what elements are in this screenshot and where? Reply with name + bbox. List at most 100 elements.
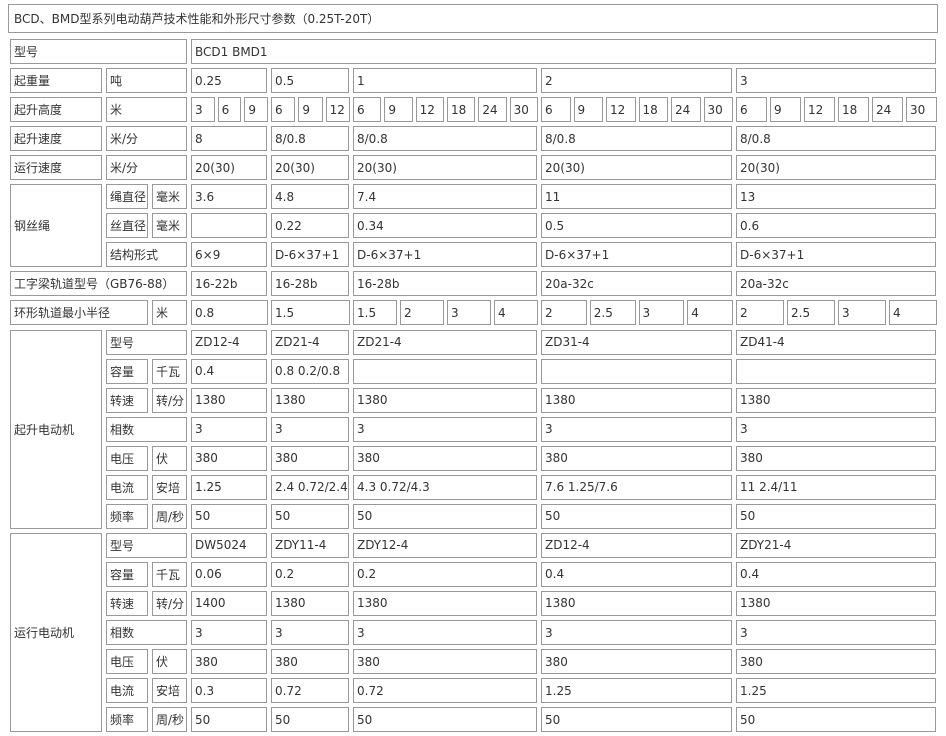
value-cell: 380 <box>271 649 349 675</box>
value-cell: ZD41-4 <box>736 329 936 355</box>
lift_motor-row-label: 电压 <box>106 445 148 471</box>
run_motor-label: 运行电动机 <box>10 532 102 733</box>
value-cell: DW5024 <box>191 532 267 558</box>
value-cell: 4 <box>687 300 733 326</box>
lift_motor-row-unit: 安培 <box>152 474 187 500</box>
radius-label: 环形轨道最小半径 <box>10 300 148 326</box>
run_motor-row-label: 电流 <box>106 678 148 704</box>
value-cell: 20(30) <box>541 155 732 181</box>
value-cell: 0.5 <box>541 213 732 239</box>
run_speed-label: 运行速度 <box>10 155 102 181</box>
value-cell: 1380 <box>191 387 267 413</box>
value-cell: 3 <box>638 300 685 326</box>
run_motor-row-unit: 安培 <box>152 678 187 704</box>
value-cell: 3 <box>541 416 732 442</box>
value-cell: ZD21-4 <box>271 329 349 355</box>
value-cell: 380 <box>736 445 936 471</box>
lift_motor-row-label: 电流 <box>106 474 148 500</box>
value-cell: 8 <box>191 126 267 152</box>
value-cell: 380 <box>736 649 936 675</box>
value-cell: 2 <box>400 300 444 326</box>
value-cell: 0.8 <box>191 300 268 326</box>
value-cell: 9 <box>573 97 603 123</box>
value-cell: D-6×37+1 <box>271 242 349 268</box>
lift_speed-unit: 米/分 <box>106 126 187 152</box>
value-cell: 7.4 <box>353 184 537 210</box>
value-cell: 3 <box>353 416 537 442</box>
value-cell: 11 <box>541 184 732 210</box>
value-cell: 380 <box>353 649 537 675</box>
value-cell: 3 <box>191 620 267 646</box>
value-cell: 50 <box>541 503 732 529</box>
value-cell: 8/0.8 <box>541 126 732 152</box>
value-cell: 2.5 <box>787 300 835 326</box>
value-cell: 20(30) <box>736 155 936 181</box>
value-cell: 30 <box>906 97 937 123</box>
value-cell: 3 <box>541 620 732 646</box>
value-cell: 1 <box>353 68 537 94</box>
lift_motor-row-label: 转速 <box>106 387 148 413</box>
value-cell: 2 <box>736 300 784 326</box>
value-cell: 16-22b <box>191 271 267 297</box>
value-cell: ZD12-4 <box>191 329 267 355</box>
value-cell <box>736 358 936 384</box>
value-cell: 0.3 <box>191 678 267 704</box>
value-cell: 1.5 <box>353 300 397 326</box>
run_motor-row-label: 相数 <box>106 620 187 646</box>
value-cell: 24 <box>478 97 507 123</box>
value-cell: 0.72 <box>353 678 537 704</box>
value-cell: 50 <box>736 707 936 733</box>
value-cell: 1.5 <box>271 300 350 326</box>
value-cell <box>541 358 732 384</box>
value-cell: 3 <box>353 620 537 646</box>
value-cell <box>191 213 267 239</box>
value-cell: 380 <box>191 649 267 675</box>
header-models: BCD1 BMD1 <box>191 39 936 65</box>
value-cell: 0.4 <box>736 561 936 587</box>
value-cell: 6 <box>736 97 767 123</box>
value-cell: 1380 <box>736 590 936 616</box>
value-cell: 380 <box>191 445 267 471</box>
run_motor-row-label: 容量 <box>106 561 148 587</box>
value-cell: 12 <box>415 97 444 123</box>
value-cell: 50 <box>353 707 537 733</box>
value-cell: 0.2 <box>353 561 537 587</box>
value-cell: 18 <box>447 97 476 123</box>
value-cell: 0.5 <box>271 68 349 94</box>
value-cell: 1400 <box>191 590 267 616</box>
run_motor-row-unit: 周/秒 <box>152 707 187 733</box>
value-cell: 50 <box>191 503 267 529</box>
value-cell: 1380 <box>353 590 537 616</box>
run_motor-row-unit: 千瓦 <box>152 561 187 587</box>
spec-table: BCD、BMD型系列电动葫芦技术性能和外形尺寸参数（0.25T-20T） 型号 B… <box>0 0 946 736</box>
height-unit: 米 <box>106 97 187 123</box>
run_motor-row-label: 电压 <box>106 649 148 675</box>
value-cell: 1380 <box>541 387 732 413</box>
value-cell: 6×9 <box>191 242 267 268</box>
value-cell: 11 2.4/11 <box>736 474 936 500</box>
lift_motor-row-unit: 周/秒 <box>152 503 187 529</box>
lift_speed-label: 起升速度 <box>10 126 102 152</box>
table-title: BCD、BMD型系列电动葫芦技术性能和外形尺寸参数（0.25T-20T） <box>8 4 938 33</box>
value-cell: 16-28b <box>271 271 349 297</box>
value-cell: 9 <box>770 97 801 123</box>
radius-unit: 米 <box>152 300 187 326</box>
beam-label: 工字梁轨道型号（GB76-88） <box>10 271 187 297</box>
value-cell: D-6×37+1 <box>353 242 537 268</box>
value-cell: 12 <box>804 97 835 123</box>
value-cell: 1.25 <box>736 678 936 704</box>
value-cell: 0.4 <box>191 358 267 384</box>
value-cell: 4.3 0.72/4.3 <box>353 474 537 500</box>
value-cell: 1.25 <box>541 678 732 704</box>
value-cell: D-6×37+1 <box>736 242 936 268</box>
value-cell: 12 <box>325 97 350 123</box>
lift_motor-row-label: 容量 <box>106 358 148 384</box>
value-cell: 3 <box>447 300 491 326</box>
value-cell: 20a-32c <box>736 271 936 297</box>
header-label: 型号 <box>10 39 187 65</box>
value-cell: 380 <box>353 445 537 471</box>
lift_motor-row-unit: 转/分 <box>152 387 187 413</box>
capacity-label: 起重量 <box>10 68 102 94</box>
value-cell: 3 <box>736 416 936 442</box>
value-cell: 1.25 <box>191 474 267 500</box>
